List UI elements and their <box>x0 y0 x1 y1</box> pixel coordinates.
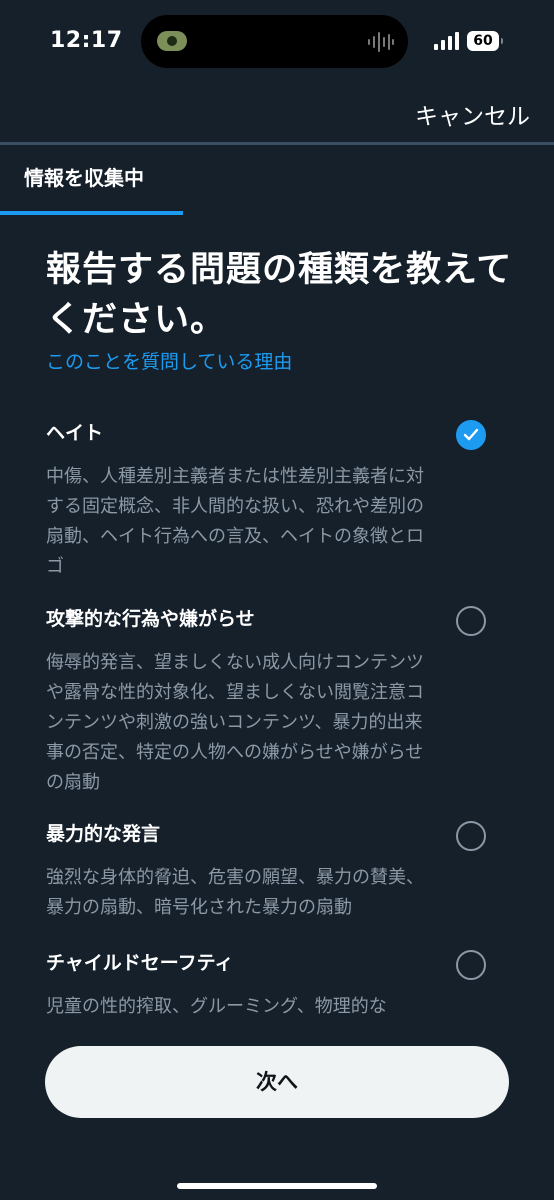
progress-indicator <box>0 211 183 215</box>
option-description: 児童の性的搾取、グルーミング、物理的な <box>46 996 387 1015</box>
checkmark-icon <box>463 428 479 441</box>
radio-unselected[interactable] <box>456 821 486 851</box>
camera-indicator-icon <box>157 31 187 51</box>
option-description: 中傷、人種差別主義者または性差別主義者に対する固定概念、非人間的な扱い、恐れや差… <box>46 466 424 577</box>
option-title: 攻撃的な行為や嫌がらせ <box>46 608 255 630</box>
audio-waveform-icon <box>368 32 394 52</box>
option-description: 強烈な身体的脅迫、危害の願望、暴力の賛美、暴力の扇動、暗号化された暴力の扇動 <box>46 867 424 918</box>
page-title: 報告する問題の種類を教えてください。 <box>46 250 513 340</box>
why-asking-link[interactable]: このことを質問している理由 <box>46 347 292 374</box>
option-harassment[interactable]: 攻撃的な行為や嫌がらせ 侮辱的発言、望ましくない成人向けコンテンツや露骨な性的対… <box>46 606 516 798</box>
option-title: チャイルドセーフティ <box>46 952 234 974</box>
battery-icon: 60 <box>467 31 503 51</box>
header-divider <box>0 142 554 145</box>
option-title: ヘイト <box>46 422 104 444</box>
option-child-safety[interactable]: チャイルドセーフティ 児童の性的搾取、グルーミング、物理的な <box>46 950 516 1015</box>
radio-unselected[interactable] <box>456 950 486 980</box>
option-violent-speech[interactable]: 暴力的な発言 強烈な身体的脅迫、危害の願望、暴力の賛美、暴力の扇動、暗号化された… <box>46 821 516 923</box>
step-label: 情報を収集中 <box>24 166 144 190</box>
status-bar: 12:17 60 <box>0 0 554 86</box>
next-button[interactable]: 次へ <box>45 1046 509 1118</box>
option-title: 暴力的な発言 <box>46 823 161 845</box>
radio-unselected[interactable] <box>456 606 486 636</box>
option-description: 侮辱的発言、望ましくない成人向けコンテンツや露骨な性的対象化、望ましくない閲覧注… <box>46 652 424 793</box>
status-time: 12:17 <box>50 28 123 53</box>
dynamic-island <box>141 15 408 68</box>
option-hate[interactable]: ヘイト 中傷、人種差別主義者または性差別主義者に対する固定概念、非人間的な扱い、… <box>46 420 516 582</box>
radio-selected[interactable] <box>456 420 486 450</box>
cancel-button[interactable]: キャンセル <box>415 97 530 131</box>
cellular-signal-icon <box>434 32 459 50</box>
home-indicator <box>177 1183 377 1189</box>
